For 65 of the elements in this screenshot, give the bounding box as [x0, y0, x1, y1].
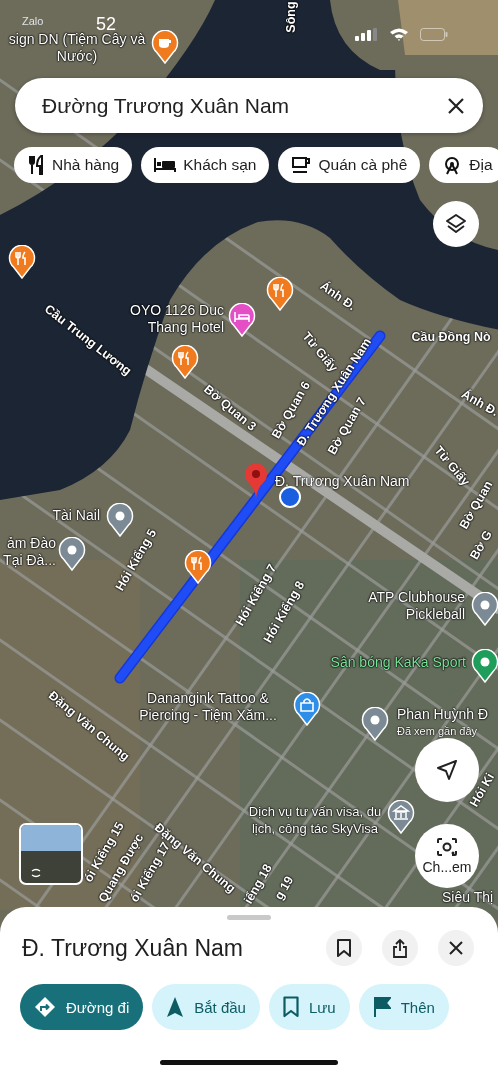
- bookmark-icon: [282, 996, 299, 1018]
- restaurant-pin-icon[interactable]: [184, 550, 212, 584]
- close-icon[interactable]: [447, 96, 465, 115]
- place-label[interactable]: sign DN (Tiệm Cây và Nước): [2, 31, 152, 65]
- category-chip[interactable]: Nhà hàng: [14, 147, 133, 183]
- place-label[interactable]: Phan Huỳnh Đ: [397, 706, 498, 723]
- street-label: Bờ G: [467, 528, 495, 562]
- layers-icon: [445, 213, 467, 235]
- camera-lens-icon: [436, 837, 458, 857]
- coffee-cup-icon: [291, 156, 312, 174]
- bookmark-icon: [337, 939, 351, 957]
- share-button[interactable]: [382, 930, 418, 966]
- street-view-photo-placeholder[interactable]: [19, 823, 83, 885]
- street-label: Hói Ki: [466, 770, 498, 810]
- bed-icon: [154, 158, 177, 172]
- cafe-pin-icon[interactable]: [151, 30, 179, 64]
- place-pin-icon[interactable]: [471, 592, 498, 626]
- battery-icon: [420, 28, 448, 41]
- category-chip[interactable]: Quán cà phê: [278, 147, 421, 183]
- street-label: Cầu Đồng Nò: [411, 330, 491, 344]
- close-button[interactable]: [438, 930, 474, 966]
- place-label[interactable]: Sân bóng KaKa Sport: [300, 654, 466, 671]
- drag-handle[interactable]: [227, 915, 271, 920]
- place-pin-icon[interactable]: [106, 503, 134, 537]
- place-pin-icon[interactable]: [361, 707, 389, 741]
- back-to-app-link[interactable]: Zalo: [22, 15, 44, 27]
- place-pin-icon[interactable]: [58, 537, 86, 571]
- start-button[interactable]: Bắt đầu: [152, 984, 260, 1030]
- place-label[interactable]: ảm Đào Tại Đà...: [0, 535, 56, 569]
- place-label[interactable]: Dịch vụ tư vấn visa, du lịch, công tác SkyVisa: [240, 803, 390, 837]
- sport-pin-icon[interactable]: [471, 649, 498, 683]
- cellular-signal-icon: [355, 28, 377, 41]
- place-title: Đ. Trương Xuân Nam: [22, 934, 244, 962]
- place-label[interactable]: Danangink Tattoo & Piercing - Tiệm Xăm...: [126, 690, 290, 724]
- restaurant-pin-icon[interactable]: [8, 245, 36, 279]
- navigation-arrow-icon: [166, 996, 185, 1018]
- street-label: Sông: [284, 1, 298, 33]
- place-label[interactable]: Siêu Thị: [442, 889, 498, 906]
- street-label: Ánh Đ.: [459, 386, 498, 420]
- place-label[interactable]: Tài Nail: [30, 507, 100, 524]
- place-label[interactable]: ATP Clubhouse Pickleball: [345, 589, 465, 623]
- category-chip[interactable]: Địa: [429, 147, 498, 183]
- add-label-button[interactable]: Thên: [358, 984, 449, 1030]
- bookmark-button[interactable]: [326, 930, 362, 966]
- street-label: Ánh Đ.: [317, 278, 359, 314]
- fork-knife-icon: [27, 155, 45, 175]
- status-time: 52: [96, 14, 117, 34]
- shop-pin-icon[interactable]: [293, 692, 321, 726]
- share-icon: [392, 938, 408, 958]
- navigation-arrow-icon: [436, 759, 458, 781]
- directions-icon: [34, 996, 56, 1018]
- wifi-icon: [389, 27, 409, 41]
- flag-icon: [372, 996, 391, 1018]
- close-icon: [449, 941, 463, 955]
- directions-button[interactable]: Đường đi: [20, 984, 144, 1030]
- place-label[interactable]: OYO 1126 Duc Thang Hotel: [108, 302, 224, 336]
- rotate-icon: [29, 868, 43, 878]
- street-label: g 19: [271, 873, 297, 903]
- hotel-pin-icon[interactable]: [228, 303, 256, 337]
- search-field[interactable]: Đường Trương Xuân Nam: [15, 78, 483, 133]
- save-button[interactable]: Lưu: [268, 984, 350, 1030]
- recently-viewed-note: Đã xem gần đây: [397, 725, 478, 737]
- place-label[interactable]: Đ. Trương Xuân Nam: [275, 473, 410, 489]
- landmark-pin-icon[interactable]: [387, 800, 415, 834]
- category-chip[interactable]: Khách sạn: [141, 147, 270, 183]
